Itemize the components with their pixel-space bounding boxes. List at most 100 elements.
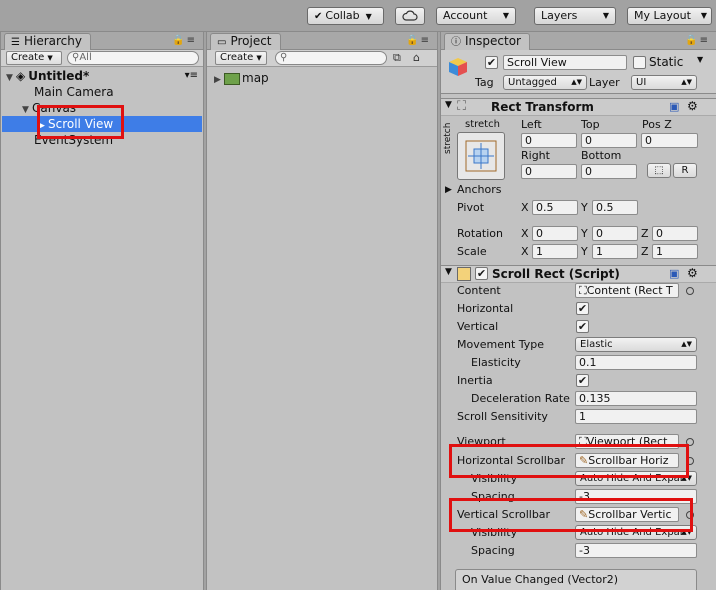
project-create-button[interactable]: Create ▼	[215, 51, 267, 65]
main-toolbar: ✔ Collab ▼ Account ▼ Layers ▼ My Layout ▼	[0, 0, 716, 32]
anchor-presets-button[interactable]	[457, 132, 505, 180]
script-icon	[457, 267, 471, 281]
cloud-button[interactable]	[395, 7, 425, 25]
rotation-z-input[interactable]: 0	[652, 226, 698, 241]
gear-icon[interactable]: ⚙	[687, 266, 698, 280]
chevron-down-icon: ▼	[47, 54, 53, 62]
scene-name: Untitled*	[28, 69, 90, 83]
account-dropdown[interactable]: Account ▼	[436, 7, 516, 25]
layout-dropdown[interactable]: My Layout ▼	[627, 7, 712, 25]
right-label: Right	[521, 149, 550, 162]
layer-dropdown[interactable]: UI ▲▼	[631, 75, 697, 90]
panel-menu-icon[interactable]: 🔒≡	[172, 35, 197, 46]
highlight-box	[449, 498, 693, 532]
object-name: Scroll View	[507, 56, 567, 69]
tab-project[interactable]: ▭ Project	[210, 33, 281, 50]
panel-menu-icon[interactable]: 🔒≡	[685, 35, 710, 46]
left-label: Left	[521, 118, 542, 131]
right-input[interactable]: 0	[521, 164, 577, 179]
chevron-down-icon[interactable]: ▼	[697, 55, 703, 64]
scroll-rect-title: Scroll Rect (Script)	[492, 267, 620, 281]
project-search-input[interactable]: ⚲	[275, 51, 387, 65]
rotation-y-value: 0	[596, 227, 603, 240]
deceleration-input[interactable]: 0.135	[575, 391, 697, 406]
active-checkbox[interactable]: ✔	[485, 56, 498, 69]
scale-z-input[interactable]: 1	[652, 244, 698, 259]
rotation-x-input[interactable]: 0	[532, 226, 578, 241]
content-object-field[interactable]: ⛶Content (Rect T	[575, 283, 679, 298]
anchors-label[interactable]: Anchors	[457, 183, 502, 197]
scale-x-input[interactable]: 1	[532, 244, 578, 259]
left-input[interactable]: 0	[521, 133, 577, 148]
help-book-icon[interactable]: ▣	[669, 100, 679, 113]
scale-y-input[interactable]: 1	[592, 244, 638, 259]
filter-label-icon[interactable]: ⌂	[413, 51, 420, 64]
hierarchy-panel: ☰ Hierarchy 🔒≡ Create ▼ ⚲All ▼ ◈ Untitled* …	[0, 32, 204, 590]
x-label: X	[521, 227, 529, 240]
rect-transform-title: Rect Transform	[491, 100, 594, 114]
inertia-checkbox[interactable]: ✔	[576, 374, 589, 387]
search-icon: ⚲	[280, 52, 288, 63]
tab-inspector-label: Inspector	[465, 34, 521, 48]
collapsed-triangle-icon[interactable]: ▶	[445, 183, 452, 197]
tab-hierarchy[interactable]: ☰ Hierarchy	[4, 33, 91, 50]
tag-dropdown[interactable]: Untagged ▲▼	[503, 75, 587, 90]
scene-menu-icon[interactable]: ▾≡	[185, 68, 198, 84]
top-input[interactable]: 0	[581, 133, 637, 148]
layers-label: Layers	[541, 9, 578, 22]
info-icon: ⓘ	[451, 37, 461, 48]
y-label: Y	[581, 245, 588, 258]
y-label: Y	[581, 201, 588, 214]
object-picker-icon[interactable]	[686, 287, 694, 295]
sensitivity-input[interactable]: 1	[575, 409, 697, 424]
elasticity-input[interactable]: 0.1	[575, 355, 697, 370]
bottom-input[interactable]: 0	[581, 164, 637, 179]
object-name-input[interactable]: Scroll View	[503, 55, 627, 70]
anchor-side-label: stretch	[443, 122, 453, 154]
scroll-rect-header[interactable]: ▼ ✔ Scroll Rect (Script) ▣ ⚙	[441, 265, 716, 283]
panel-menu-icon[interactable]: 🔒≡	[406, 35, 431, 46]
pivot-label: Pivot	[457, 201, 485, 214]
static-checkbox[interactable]	[633, 56, 646, 69]
collab-button[interactable]: ✔ Collab ▼	[307, 7, 384, 25]
x-label: X	[521, 201, 529, 214]
collapsed-triangle-icon[interactable]: ▶	[214, 72, 224, 88]
on-value-changed-event[interactable]: On Value Changed (Vector2)	[455, 569, 697, 590]
blueprint-mode-button[interactable]: ⬚	[647, 163, 671, 178]
collapse-triangle-icon[interactable]: ▼	[445, 267, 452, 277]
hierarchy-search-input[interactable]: ⚲All	[67, 51, 199, 65]
layers-dropdown[interactable]: Layers ▼	[534, 7, 616, 25]
hierarchy-item-main-camera[interactable]: Main Camera	[2, 84, 202, 100]
project-asset-map[interactable]: ▶ map	[208, 70, 436, 86]
scene-row[interactable]: ▼ ◈ Untitled* ▾≡	[2, 68, 202, 84]
chevron-down-icon: ▲▼	[681, 78, 692, 86]
pivot-x-input[interactable]: 0.5	[532, 200, 578, 215]
movement-type-dropdown[interactable]: Elastic ▲▼	[575, 337, 697, 352]
raw-edit-button[interactable]: R	[673, 163, 697, 178]
folder-icon: ▭	[217, 37, 227, 48]
collapse-triangle-icon[interactable]: ▼	[445, 100, 452, 110]
posz-input[interactable]: 0	[641, 133, 698, 148]
chevron-down-icon: ▼	[256, 54, 262, 62]
pivot-y-input[interactable]: 0.5	[592, 200, 638, 215]
gear-icon[interactable]: ⚙	[687, 99, 698, 113]
list-icon: ☰	[11, 37, 20, 48]
posz-label: Pos Z	[642, 118, 672, 131]
horizontal-checkbox[interactable]: ✔	[576, 302, 589, 315]
movement-type-label: Movement Type	[457, 338, 545, 351]
tab-inspector[interactable]: ⓘ Inspector	[444, 33, 530, 50]
rect-transform-header[interactable]: ▼ ⛶ Rect Transform ▣ ⚙	[441, 98, 716, 116]
v-spacing-input[interactable]: -3	[575, 543, 697, 558]
rotation-y-input[interactable]: 0	[592, 226, 638, 241]
component-enabled-checkbox[interactable]: ✔	[475, 267, 488, 280]
create-label: Create	[11, 52, 45, 63]
help-book-icon[interactable]: ▣	[669, 267, 679, 280]
vertical-checkbox[interactable]: ✔	[576, 320, 589, 333]
hierarchy-item-label: Main Camera	[34, 85, 114, 99]
anchor-top-label: stretch	[465, 119, 500, 130]
hierarchy-create-button[interactable]: Create ▼	[6, 51, 62, 65]
image-asset-icon	[224, 72, 240, 85]
filter-type-icon[interactable]: ⧉	[393, 51, 401, 65]
movement-value: Elastic	[580, 339, 613, 350]
z-label: Z	[641, 245, 649, 258]
